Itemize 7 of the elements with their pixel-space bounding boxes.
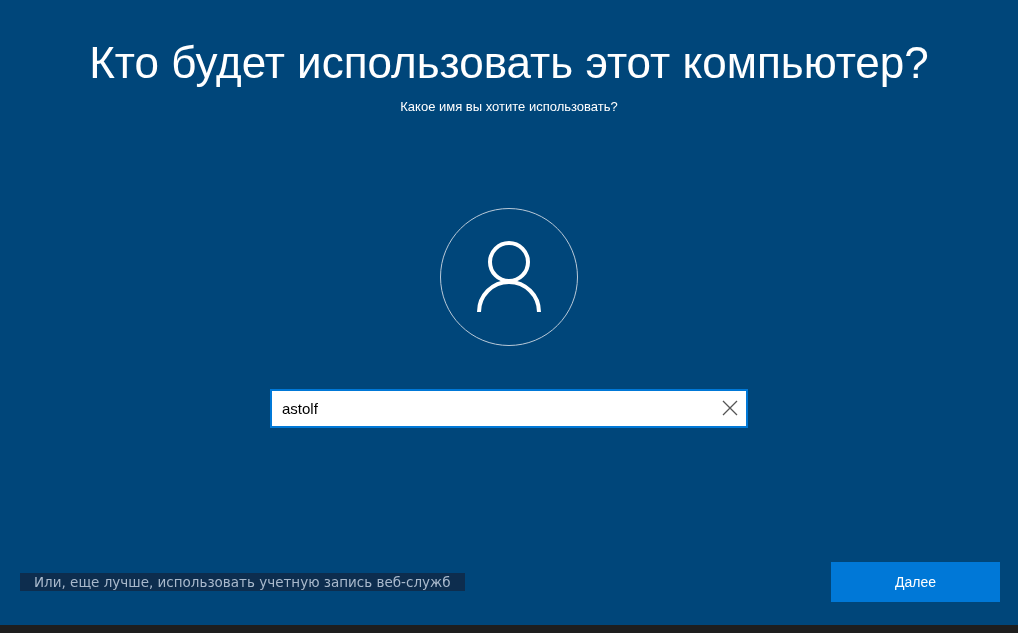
clear-icon[interactable] xyxy=(722,400,738,416)
name-input-field[interactable]: astolf xyxy=(270,389,748,428)
web-account-link[interactable]: Или, еще лучше, использовать учетную запись веб-служб xyxy=(20,573,465,591)
page-title: Кто будет использовать этот компьютер? xyxy=(89,37,929,89)
person-icon xyxy=(476,240,542,314)
next-button[interactable]: Далее xyxy=(831,562,1000,602)
subtitle: Какое имя вы хотите использовать? xyxy=(400,99,618,114)
